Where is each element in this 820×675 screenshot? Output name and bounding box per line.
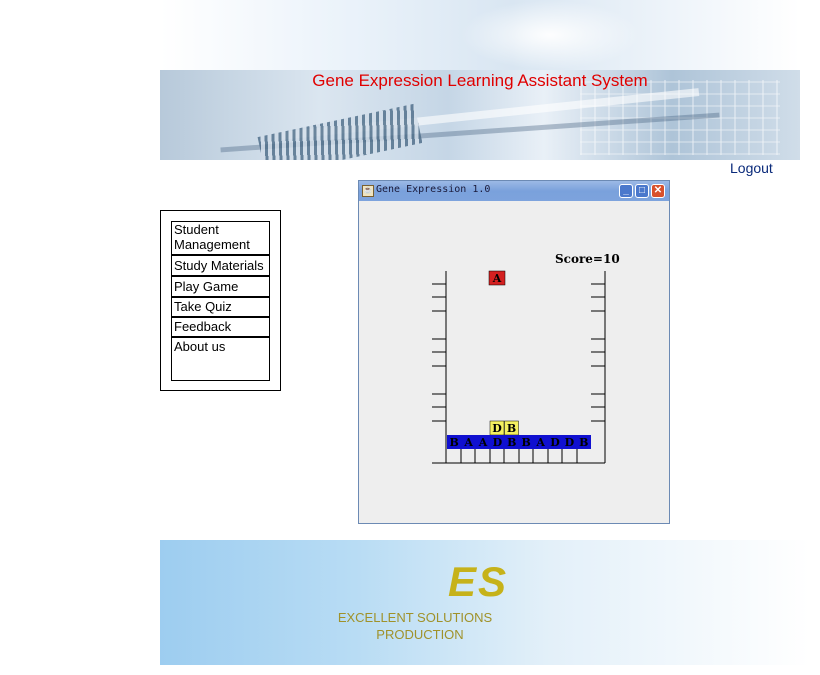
nav-menu: Student Management Study Materials Play … <box>160 210 281 391</box>
gene-letter: B <box>522 436 531 449</box>
right-ticks <box>591 283 605 422</box>
nav-item-study-materials[interactable]: Study Materials <box>171 255 270 276</box>
left-ticks <box>432 283 446 422</box>
gene-letter: B <box>507 436 516 449</box>
gene-letter: B <box>450 436 459 449</box>
stacked-piece-letter: B <box>507 422 516 435</box>
logout-link[interactable]: Logout <box>730 160 773 176</box>
footer-line-2: PRODUCTION <box>376 627 464 642</box>
header-banner: Gene Expression Learning Assistant Syste… <box>160 0 800 160</box>
falling-piece[interactable]: A <box>488 270 506 286</box>
nav-item-take-quiz[interactable]: Take Quiz <box>171 297 270 317</box>
nav-item-about-us[interactable]: About us <box>171 337 270 381</box>
gene-letter: A <box>535 436 545 449</box>
gene-letter: A <box>478 436 488 449</box>
gene-letter: D <box>550 436 560 449</box>
company-logo: ES <box>448 558 509 605</box>
gene-row: BAADBBADDB <box>447 435 591 449</box>
gene-letter: A <box>463 436 473 449</box>
nav-item-play-game[interactable]: Play Game <box>171 276 270 297</box>
site-title: Gene Expression Learning Assistant Syste… <box>312 71 648 90</box>
falling-piece-letter: A <box>492 272 502 285</box>
slot-dividers <box>460 449 578 463</box>
stacked-piece-letter: D <box>492 422 502 435</box>
game-window[interactable]: ☕ Gene Expression 1.0 _ □ ✕ Score=10 A D… <box>358 180 670 524</box>
footer-banner: ES EXCELLENT SOLUTIONS PRODUCTION <box>160 540 810 665</box>
nav-item-feedback[interactable]: Feedback <box>171 317 270 337</box>
game-board[interactable]: A DB BAADBBADDB <box>359 181 669 523</box>
nav-item-student-management[interactable]: Student Management <box>171 221 270 255</box>
banner-flare <box>460 0 640 70</box>
gene-letter: D <box>565 436 575 449</box>
gene-letter: D <box>493 436 503 449</box>
stacked-pieces: DB <box>489 420 519 436</box>
gene-letter: B <box>579 436 588 449</box>
footer-line-1: EXCELLENT SOLUTIONS <box>337 610 493 625</box>
